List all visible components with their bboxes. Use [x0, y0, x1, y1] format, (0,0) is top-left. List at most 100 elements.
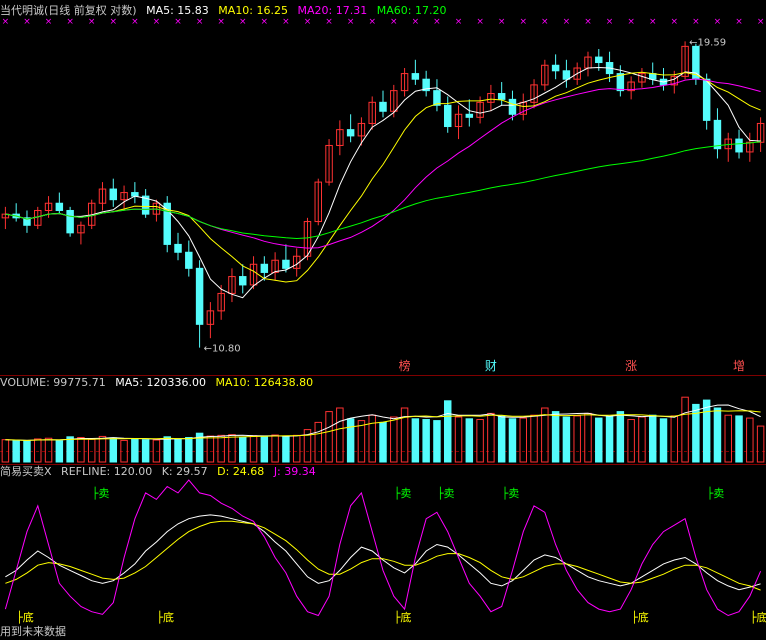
candle-body [109, 188, 118, 201]
volume-bar [433, 420, 441, 463]
volume-bar [379, 421, 387, 463]
bottom-signal-label: ├底 [631, 610, 649, 624]
sell-signal-label: ├卖 [92, 486, 110, 500]
k-readout: K: 29.57 [161, 465, 208, 478]
volume-bar [551, 411, 560, 463]
signal-marker: × [282, 17, 290, 27]
volume-bar [109, 437, 118, 463]
signal-marker: × [261, 17, 269, 27]
volume-bar [66, 436, 74, 463]
volume-bar [260, 435, 269, 463]
volume-bar [34, 438, 42, 463]
ma20-readout: MA20: 17.31 [297, 4, 368, 17]
volume-bar [44, 437, 53, 463]
event-marker: 增 [733, 359, 745, 373]
refline-readout: REFLINE: 120.00 [61, 465, 153, 478]
volume-bar [724, 414, 732, 463]
main-header: 当代明诚(日线 前复权 对数) MA5: 15.83 MA10: 16.25 M… [0, 4, 452, 17]
chart-title: 当代明诚(日线 前复权 对数) [0, 4, 137, 17]
signal-marker: × [196, 17, 204, 27]
volume-readout: VOLUME: 99775.71 [0, 376, 106, 389]
volume-bar [702, 399, 711, 463]
volume-bar [163, 436, 171, 463]
volume-bar [562, 416, 571, 463]
signal-marker: × [153, 17, 161, 27]
volume-bar [239, 436, 247, 463]
volume-bar [638, 416, 646, 463]
signal-marker: × [412, 17, 420, 27]
volume-bar [325, 411, 333, 463]
volume-bar [735, 415, 743, 463]
bottom-signal-label: ├底 [16, 610, 34, 624]
volume-bar [508, 418, 517, 463]
signal-marker: × [66, 17, 74, 27]
bottom-signal-label: ├底 [156, 610, 174, 624]
volume-bar [271, 434, 279, 463]
signal-marker: × [519, 17, 527, 27]
sell-signal-label: ├卖 [394, 486, 412, 500]
signal-marker: × [541, 17, 549, 27]
signal-marker: × [304, 17, 312, 27]
volume-bar [616, 411, 625, 463]
bottom-signal-label: ├底 [750, 610, 766, 624]
volume-bar [390, 416, 398, 463]
volume-bar [713, 407, 722, 463]
volume-bar [584, 412, 592, 463]
candle-body [465, 113, 474, 118]
candle-body [713, 119, 722, 150]
candle-body [239, 276, 247, 286]
candle-body [282, 259, 290, 269]
volume-bar [12, 439, 20, 463]
volume-bar [77, 437, 85, 463]
volume-bar [659, 418, 668, 463]
signal-marker: × [174, 17, 182, 27]
candle-body [379, 101, 387, 112]
volume-bar [519, 417, 527, 463]
candle-body [346, 129, 355, 137]
volume-bar [174, 438, 182, 463]
candle-body [562, 70, 571, 80]
candle-body [702, 78, 711, 121]
volume-bar [627, 419, 635, 463]
signal-marker: × [455, 17, 463, 27]
volume-bar [756, 425, 765, 463]
volume-bar [530, 414, 538, 463]
d-readout: D: 24.68 [217, 465, 265, 478]
signal-marker: × [498, 17, 506, 27]
ma5-readout: MA5: 15.83 [146, 4, 209, 17]
volume-bar [217, 434, 225, 463]
volume-bar [314, 421, 323, 463]
signal-marker: × [110, 17, 118, 27]
event-marker: 榜 [399, 358, 411, 373]
signal-marker: × [239, 17, 247, 27]
candle-body [433, 90, 441, 106]
volume-bar [454, 416, 463, 463]
volume-bar [282, 436, 290, 463]
signal-marker: × [649, 17, 657, 27]
ma60-readout: MA60: 17.20 [376, 4, 447, 17]
volume-bar [465, 418, 474, 463]
signal-marker: × [606, 17, 614, 27]
volume-bar [346, 418, 355, 463]
volume-bar [443, 400, 452, 463]
signal-marker: × [88, 17, 96, 27]
stock-chart-canvas[interactable]: × × × × × × × × × × × × × × × × × × × × × × × × × × × × × × × × × × × × ←19.… [0, 0, 766, 640]
volume-bar [541, 407, 549, 463]
indicator-name: 简易买卖X [0, 465, 52, 478]
volume-bar [670, 415, 679, 463]
signal-marker: × [217, 17, 225, 27]
kdj-j-line [4, 479, 762, 617]
candle-body [443, 104, 452, 128]
candle-body [55, 202, 64, 211]
footer-note: 用到未来数据 [0, 625, 66, 638]
signal-marker: × [563, 17, 571, 27]
volume-bar [141, 439, 150, 463]
volume-bar [336, 407, 344, 463]
volume-bar [648, 414, 657, 463]
candle-body [185, 251, 193, 269]
volume-bar [681, 396, 689, 463]
candle-body [595, 56, 603, 64]
volume-bar [487, 412, 495, 463]
candle-body [411, 73, 420, 80]
volume-bar [422, 419, 430, 463]
